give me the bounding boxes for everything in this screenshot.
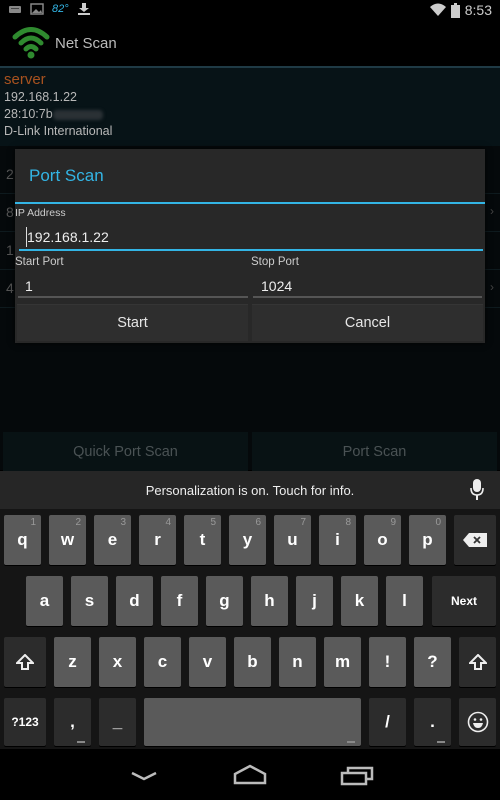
emoji-key[interactable] bbox=[459, 698, 496, 746]
ip-address-label: IP Address bbox=[15, 207, 66, 219]
key-w[interactable]: w2 bbox=[49, 515, 86, 565]
backspace-key[interactable] bbox=[454, 515, 496, 565]
quick-port-scan-button[interactable]: Quick Port Scan bbox=[3, 432, 248, 472]
ip-address-underline bbox=[19, 249, 483, 251]
key-m[interactable]: m bbox=[324, 637, 361, 687]
host-name: server bbox=[4, 71, 46, 88]
wifi-signal-icon bbox=[429, 3, 446, 16]
stop-port-underline bbox=[253, 296, 482, 298]
cancel-button[interactable]: Cancel bbox=[252, 304, 483, 341]
host-mac: 28:10:7b bbox=[4, 106, 496, 123]
port-scan-button[interactable]: Port Scan bbox=[252, 432, 497, 472]
key-l[interactable]: l bbox=[386, 576, 423, 626]
text-cursor bbox=[26, 227, 27, 247]
key-slash[interactable]: / bbox=[369, 698, 406, 746]
shift-icon bbox=[16, 654, 34, 670]
ip-address-input[interactable] bbox=[27, 225, 477, 249]
row-peek-text: 8 bbox=[6, 204, 14, 220]
key-j[interactable]: j bbox=[296, 576, 333, 626]
key-v[interactable]: v bbox=[189, 637, 226, 687]
chevron-right-icon: › bbox=[490, 280, 494, 294]
key-i[interactable]: i8 bbox=[319, 515, 356, 565]
clock: 8:53 bbox=[464, 2, 492, 18]
action-bar: Net Scan bbox=[0, 22, 500, 66]
keyboard-icon bbox=[9, 6, 21, 13]
recents-icon[interactable] bbox=[338, 763, 378, 787]
soft-keyboard: q1 w2 e3 r4 t5 y6 u7 i8 o9 p0 a s d f g … bbox=[0, 509, 500, 749]
personalization-notice[interactable]: Personalization is on. Touch for info. bbox=[0, 483, 500, 498]
stop-port-label: Stop Port bbox=[251, 256, 299, 268]
navigation-bar bbox=[0, 749, 500, 800]
key-a[interactable]: a bbox=[26, 576, 63, 626]
start-button[interactable]: Start bbox=[17, 304, 248, 341]
key-x[interactable]: x bbox=[99, 637, 136, 687]
dialog-title: Port Scan bbox=[29, 166, 104, 185]
host-vendor: D-Link International bbox=[4, 124, 113, 138]
host-item[interactable]: server 192.168.1.22 28:10:7b D-Link Inte… bbox=[0, 68, 500, 146]
key-u[interactable]: u7 bbox=[274, 515, 311, 565]
key-f[interactable]: f bbox=[161, 576, 198, 626]
key-n[interactable]: n bbox=[279, 637, 316, 687]
key-p[interactable]: p0 bbox=[409, 515, 446, 565]
backspace-icon bbox=[463, 533, 487, 547]
space-key[interactable] bbox=[144, 698, 361, 746]
start-port-input[interactable] bbox=[25, 274, 245, 298]
port-scan-dialog: Port Scan IP Address Start Port Stop Por… bbox=[15, 149, 485, 343]
key-comma[interactable]: , bbox=[54, 698, 91, 746]
key-c[interactable]: c bbox=[144, 637, 181, 687]
shift-key-left[interactable] bbox=[4, 637, 46, 687]
scan-button-bar: Quick Port Scan Port Scan bbox=[0, 432, 500, 472]
app-title: Net Scan bbox=[55, 35, 117, 52]
dialog-button-bar: Start Cancel bbox=[15, 304, 485, 341]
key-h[interactable]: h bbox=[251, 576, 288, 626]
wifi-icon[interactable] bbox=[12, 24, 50, 60]
key-g[interactable]: g bbox=[206, 576, 243, 626]
image-icon bbox=[30, 3, 44, 15]
key-d[interactable]: d bbox=[116, 576, 153, 626]
key-question[interactable]: ? bbox=[414, 637, 451, 687]
key-r[interactable]: r4 bbox=[139, 515, 176, 565]
key-period[interactable]: . bbox=[414, 698, 451, 746]
key-e[interactable]: e3 bbox=[94, 515, 131, 565]
temperature-readout: 82° bbox=[52, 3, 69, 15]
key-exclamation[interactable]: ! bbox=[369, 637, 406, 687]
emoji-icon bbox=[467, 711, 488, 733]
download-icon bbox=[77, 3, 90, 15]
chevron-right-icon: › bbox=[490, 204, 494, 218]
home-icon[interactable] bbox=[230, 763, 270, 787]
battery-icon bbox=[450, 2, 460, 18]
key-z[interactable]: z bbox=[54, 637, 91, 687]
stop-port-input[interactable] bbox=[261, 274, 481, 298]
start-port-underline bbox=[18, 296, 248, 298]
key-k[interactable]: k bbox=[341, 576, 378, 626]
key-t[interactable]: t5 bbox=[184, 515, 221, 565]
symbols-key[interactable]: ?123 bbox=[4, 698, 46, 746]
key-s[interactable]: s bbox=[71, 576, 108, 626]
shift-icon bbox=[468, 654, 487, 670]
dialog-title-divider bbox=[15, 202, 485, 204]
suggestion-strip: Personalization is on. Touch for info. bbox=[0, 471, 500, 509]
mac-redaction bbox=[52, 109, 103, 120]
next-key[interactable]: Next bbox=[432, 576, 496, 626]
shift-key-right[interactable] bbox=[459, 637, 496, 687]
status-bar: 82° 8:53 bbox=[0, 0, 500, 22]
row-peek-text: 1 bbox=[6, 242, 14, 258]
host-ip: 192.168.1.22 bbox=[4, 90, 77, 104]
microphone-icon[interactable] bbox=[470, 479, 484, 501]
back-icon[interactable] bbox=[124, 763, 164, 787]
host-mac-prefix: 28:10:7b bbox=[4, 107, 53, 121]
row-peek-text: 2 bbox=[6, 166, 14, 182]
key-o[interactable]: o9 bbox=[364, 515, 401, 565]
key-underscore[interactable]: _ bbox=[99, 698, 136, 746]
key-b[interactable]: b bbox=[234, 637, 271, 687]
start-port-label: Start Port bbox=[15, 256, 64, 268]
key-q[interactable]: q1 bbox=[4, 515, 41, 565]
row-peek-text: 4 bbox=[6, 280, 14, 296]
key-y[interactable]: y6 bbox=[229, 515, 266, 565]
